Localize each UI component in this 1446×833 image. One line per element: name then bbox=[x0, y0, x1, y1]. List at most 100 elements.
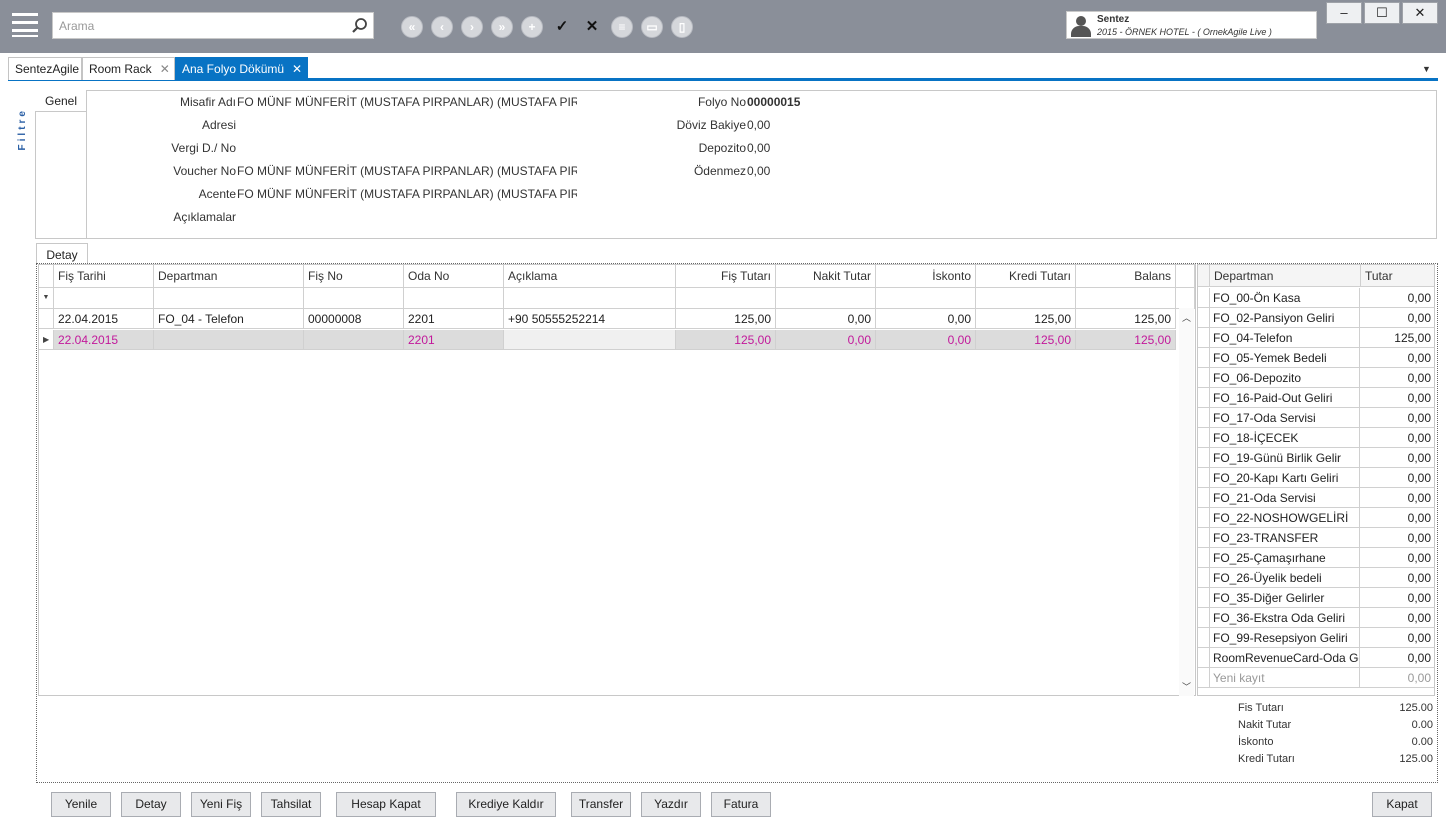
summary-tutar[interactable]: 0,00 bbox=[1361, 588, 1434, 607]
col-header-departman[interactable]: Departman bbox=[154, 265, 304, 288]
summary-departman[interactable]: FO_05-Yemek Bedeli bbox=[1210, 348, 1360, 367]
summary-departman[interactable]: FO_35-Diğer Gelirler bbox=[1210, 588, 1360, 607]
cell-balans[interactable]: 125,00 bbox=[1076, 309, 1176, 329]
summary-departman[interactable]: FO_23-TRANSFER bbox=[1210, 528, 1360, 547]
cell-fis-tutari[interactable]: 125,00 bbox=[676, 309, 776, 329]
summary-row[interactable]: FO_17-Oda Servisi 0,00 bbox=[1198, 408, 1434, 428]
summary-row[interactable]: FO_23-TRANSFER 0,00 bbox=[1198, 528, 1434, 548]
last-page-icon[interactable]: » bbox=[491, 16, 513, 38]
minimize-button[interactable]: ‒ bbox=[1326, 2, 1362, 24]
cell-iskonto[interactable]: 0,00 bbox=[876, 309, 976, 329]
tab-room-rack[interactable]: Room Rack ✕ bbox=[82, 57, 175, 80]
filter-cell[interactable] bbox=[304, 288, 404, 309]
cell-nakit-tutar[interactable]: 0,00 bbox=[776, 309, 876, 329]
cell-nakit-tutar[interactable]: 0,00 bbox=[776, 330, 876, 350]
summary-departman[interactable]: Yeni kayıt bbox=[1210, 668, 1360, 687]
summary-row[interactable]: FO_20-Kapı Kartı Geliri 0,00 bbox=[1198, 468, 1434, 488]
col-header-departman[interactable]: Departman bbox=[1210, 265, 1361, 287]
summary-departman[interactable]: FO_02-Pansiyon Geliri bbox=[1210, 308, 1360, 327]
summary-departman[interactable]: FO_16-Paid-Out Geliri bbox=[1210, 388, 1360, 407]
summary-tutar[interactable]: 0,00 bbox=[1361, 388, 1434, 407]
summary-tutar[interactable]: 0,00 bbox=[1361, 408, 1434, 427]
col-header-fis-no[interactable]: Fiş No bbox=[304, 265, 404, 288]
detay-button[interactable]: Detay bbox=[121, 792, 181, 817]
filter-cell[interactable] bbox=[54, 288, 154, 309]
acente-value[interactable]: FO MÜNF MÜNFERİT (MUSTAFA PIRPANLAR) (MU… bbox=[237, 187, 577, 201]
summary-row[interactable]: FO_06-Depozito 0,00 bbox=[1198, 368, 1434, 388]
summary-tutar[interactable]: 0,00 bbox=[1361, 648, 1434, 667]
summary-departman[interactable]: FO_18-İÇECEK bbox=[1210, 428, 1360, 447]
maximize-button[interactable]: ☐ bbox=[1364, 2, 1400, 24]
yeni-fis-button[interactable]: Yeni Fiş bbox=[191, 792, 251, 817]
cell-aciklama[interactable]: +90 50555252214 bbox=[504, 309, 676, 329]
summary-departman[interactable]: FO_25-Çamaşırhane bbox=[1210, 548, 1360, 567]
cell-oda-no[interactable]: 2201 bbox=[404, 309, 504, 329]
summary-tutar[interactable]: 0,00 bbox=[1361, 428, 1434, 447]
summary-row[interactable]: FO_02-Pansiyon Geliri 0,00 bbox=[1198, 308, 1434, 328]
filter-cell[interactable] bbox=[876, 288, 976, 309]
cell-aciklama[interactable] bbox=[504, 330, 676, 350]
cell-iskonto[interactable]: 0,00 bbox=[876, 330, 976, 350]
summary-departman[interactable]: FO_17-Oda Servisi bbox=[1210, 408, 1360, 427]
summary-departman[interactable]: FO_22-NOSHOWGELİRİ bbox=[1210, 508, 1360, 527]
tab-ana-folyo-dokumu[interactable]: Ana Folyo Dökümü ✕ bbox=[175, 57, 308, 80]
summary-tutar[interactable]: 0,00 bbox=[1361, 528, 1434, 547]
filter-cell[interactable] bbox=[504, 288, 676, 309]
col-header-aciklama[interactable]: Açıklama bbox=[504, 265, 676, 288]
check-icon[interactable]: ✓ bbox=[551, 16, 573, 38]
summary-tutar[interactable]: 0,00 bbox=[1361, 508, 1434, 527]
cell-departman[interactable]: FO_04 - Telefon bbox=[154, 309, 304, 329]
summary-row[interactable]: FO_26-Üyelik bedeli 0,00 bbox=[1198, 568, 1434, 588]
summary-tutar[interactable]: 0,00 bbox=[1361, 308, 1434, 327]
cell-fis-no[interactable] bbox=[304, 330, 404, 350]
hesap-kapat-button[interactable]: Hesap Kapat bbox=[336, 792, 436, 817]
next-icon[interactable]: › bbox=[461, 16, 483, 38]
col-header-fis-tutari[interactable]: Fiş Tutarı bbox=[676, 265, 776, 288]
summary-tutar[interactable]: 0,00 bbox=[1361, 488, 1434, 507]
table-row[interactable]: 22.04.2015 FO_04 - Telefon 00000008 2201… bbox=[39, 309, 1179, 330]
new-record-row[interactable]: Yeni kayıt 0,00 bbox=[1198, 668, 1434, 688]
keyboard-icon[interactable]: ▭ bbox=[641, 16, 663, 38]
filter-cell[interactable] bbox=[154, 288, 304, 309]
summary-row[interactable]: FO_00-Ön Kasa 0,00 bbox=[1198, 288, 1434, 308]
close-window-button[interactable]: ✕ bbox=[1402, 2, 1438, 24]
summary-row[interactable]: FO_05-Yemek Bedeli 0,00 bbox=[1198, 348, 1434, 368]
filter-cell[interactable] bbox=[776, 288, 876, 309]
tab-dropdown-icon[interactable]: ▼ bbox=[1422, 64, 1434, 74]
col-header-nakit-tutar[interactable]: Nakit Tutar bbox=[776, 265, 876, 288]
summary-departman[interactable]: FO_00-Ön Kasa bbox=[1210, 288, 1360, 307]
kapat-button[interactable]: Kapat bbox=[1372, 792, 1432, 817]
summary-row[interactable]: FO_36-Ekstra Oda Geliri 0,00 bbox=[1198, 608, 1434, 628]
summary-departman[interactable]: FO_04-Telefon bbox=[1210, 328, 1360, 347]
summary-departman[interactable]: FO_06-Depozito bbox=[1210, 368, 1360, 387]
summary-departman[interactable]: FO_21-Oda Servisi bbox=[1210, 488, 1360, 507]
user-info[interactable]: Sentez 2015 - ÖRNEK HOTEL - ( OrnekAgile… bbox=[1066, 11, 1317, 39]
trash-icon[interactable]: ▯ bbox=[671, 16, 693, 38]
summary-tutar[interactable]: 125,00 bbox=[1361, 328, 1434, 347]
search-icon[interactable] bbox=[351, 17, 369, 35]
fatura-button[interactable]: Fatura bbox=[711, 792, 771, 817]
summary-departman[interactable]: FO_19-Günü Birlik Gelir bbox=[1210, 448, 1360, 467]
summary-tutar[interactable]: 0,00 bbox=[1361, 628, 1434, 647]
summary-row[interactable]: FO_25-Çamaşırhane 0,00 bbox=[1198, 548, 1434, 568]
summary-tutar[interactable]: 0,00 bbox=[1361, 288, 1434, 307]
summary-row[interactable]: FO_21-Oda Servisi 0,00 bbox=[1198, 488, 1434, 508]
list-icon[interactable]: ≡ bbox=[611, 16, 633, 38]
close-icon[interactable]: ✕ bbox=[581, 16, 603, 38]
cell-fis-tutari[interactable]: 125,00 bbox=[676, 330, 776, 350]
filter-cell[interactable] bbox=[976, 288, 1076, 309]
prev-icon[interactable]: ‹ bbox=[431, 16, 453, 38]
filter-cell[interactable] bbox=[1076, 288, 1176, 309]
summary-row[interactable]: FO_04-Telefon 125,00 bbox=[1198, 328, 1434, 348]
summary-tutar[interactable]: 0,00 bbox=[1361, 368, 1434, 387]
summary-tutar[interactable]: 0,00 bbox=[1361, 668, 1434, 687]
summary-departman[interactable]: FO_36-Ekstra Oda Geliri bbox=[1210, 608, 1360, 627]
summary-row[interactable]: FO_22-NOSHOWGELİRİ 0,00 bbox=[1198, 508, 1434, 528]
filter-cell[interactable] bbox=[404, 288, 504, 309]
filter-cell[interactable] bbox=[676, 288, 776, 309]
col-header-kredi-tutari[interactable]: Kredi Tutarı bbox=[976, 265, 1076, 288]
search-input[interactable] bbox=[59, 17, 339, 35]
summary-tutar[interactable]: 0,00 bbox=[1361, 468, 1434, 487]
col-header-iskonto[interactable]: İskonto bbox=[876, 265, 976, 288]
cell-oda-no[interactable]: 2201 bbox=[404, 330, 504, 350]
